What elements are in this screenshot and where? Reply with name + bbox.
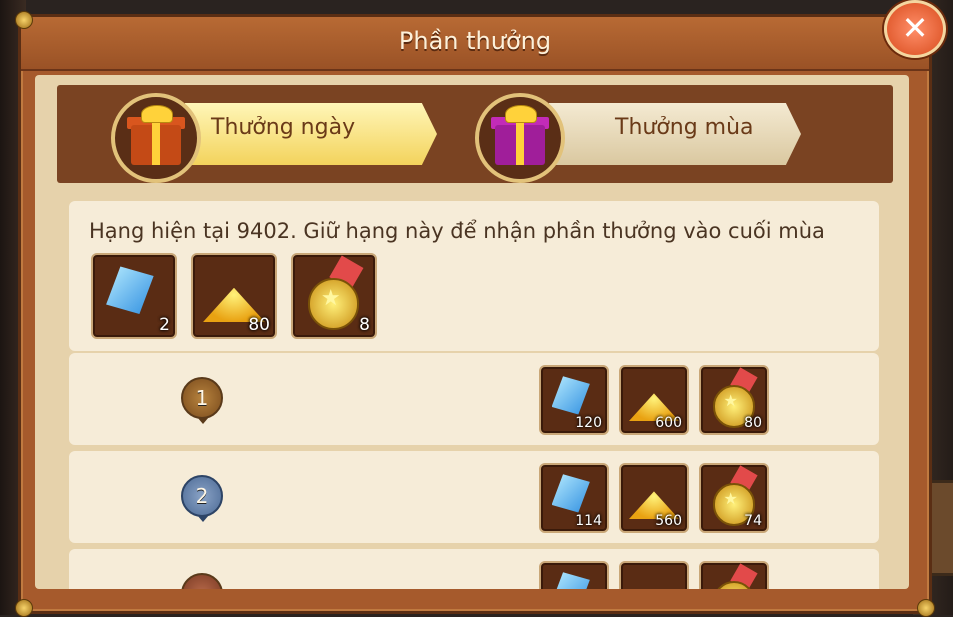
- reward-slot[interactable]: 560: [619, 463, 689, 533]
- reward-count: 114: [575, 513, 602, 529]
- reward-slot[interactable]: [539, 561, 609, 589]
- reward-slot[interactable]: 120: [539, 365, 609, 435]
- reward-count: 600: [655, 415, 682, 431]
- reward-count: 8: [359, 315, 370, 335]
- close-icon: ✕: [901, 9, 929, 47]
- rewards-dialog: Phần thưởng Thưởng ngày Thưởng mùa Hạng …: [15, 11, 935, 617]
- rank-badge: 1: [181, 377, 223, 424]
- reward-slot[interactable]: 2: [91, 253, 177, 339]
- reward-count: 120: [575, 415, 602, 431]
- reward-slot[interactable]: 600: [619, 365, 689, 435]
- dialog-header: Phần thưởng: [21, 17, 929, 71]
- dialog-body: Thưởng ngày Thưởng mùa Hạng hiện tại 940…: [35, 75, 909, 589]
- reward-count: 80: [744, 415, 762, 431]
- rank-row-3: [69, 549, 879, 589]
- reward-list[interactable]: Hạng hiện tại 9402. Giữ hạng này để nhận…: [69, 75, 879, 589]
- corner-rivet-icon: [917, 599, 935, 617]
- reward-slot[interactable]: 114: [539, 463, 609, 533]
- gem-icon: [551, 376, 590, 415]
- current-rank-text: Hạng hiện tại 9402. Giữ hạng này để nhận…: [89, 219, 825, 243]
- reward-slot[interactable]: ★ 8: [291, 253, 377, 339]
- dialog-title: Phần thưởng: [398, 27, 552, 55]
- reward-count: 2: [159, 315, 170, 335]
- reward-count: 74: [744, 513, 762, 529]
- rank-row-2: 2 114 560 ★ 74: [69, 451, 879, 543]
- rank-badge: 2: [181, 475, 223, 522]
- star-icon: ★: [723, 390, 738, 410]
- star-icon: ★: [320, 286, 341, 312]
- corner-rivet-icon: [15, 599, 33, 617]
- reward-slot[interactable]: [699, 561, 769, 589]
- reward-slot[interactable]: 80: [191, 253, 277, 339]
- close-button[interactable]: ✕: [884, 0, 946, 58]
- star-icon: ★: [723, 488, 738, 508]
- rank-badge: [181, 573, 223, 589]
- reward-count: 80: [248, 315, 270, 335]
- corner-rivet-icon: [15, 11, 33, 29]
- gem-icon: [106, 266, 154, 315]
- current-rank-card: Hạng hiện tại 9402. Giữ hạng này để nhận…: [69, 201, 879, 351]
- gem-icon: [551, 474, 590, 513]
- reward-slot[interactable]: ★ 74: [699, 463, 769, 533]
- reward-count: 560: [655, 513, 682, 529]
- reward-slot[interactable]: [619, 561, 689, 589]
- reward-slot[interactable]: ★ 80: [699, 365, 769, 435]
- rank-row-1: 1 120 600 ★ 80: [69, 353, 879, 445]
- gem-icon: [551, 572, 590, 589]
